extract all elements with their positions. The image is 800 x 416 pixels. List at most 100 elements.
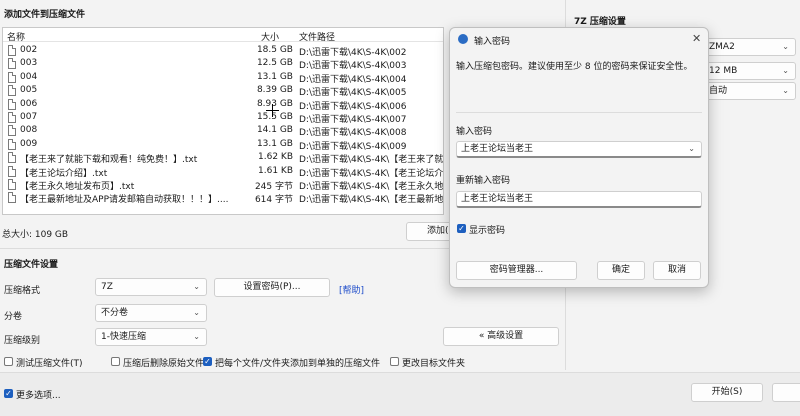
split-select[interactable]: 不分卷 ⌄ — [95, 304, 207, 322]
dialog-divider — [456, 112, 702, 113]
file-icon — [8, 71, 16, 83]
file-list[interactable]: 名称 大小 文件路径 002 18.5 GB D:\迅雷下载\4K\S-4K\002… — [2, 27, 444, 215]
chevron-down-icon: ⌄ — [782, 66, 789, 75]
table-row[interactable]: 【老王最新地址及APP请发邮箱自动获取！！！】.... 614 字节 D:\迅雷下载… — [3, 191, 443, 206]
change-dir-checkbox[interactable] — [390, 357, 399, 366]
password-manager-button[interactable]: 密码管理器... — [456, 261, 577, 280]
dialog-title: 输入密码 — [474, 37, 511, 47]
thread-value: 自动 — [709, 86, 728, 96]
advanced-button[interactable]: « 高级设置 — [443, 327, 559, 346]
file-size: 18.5 GB — [256, 45, 293, 55]
chevron-down-icon: ⌄ — [193, 332, 200, 341]
col-path[interactable]: 文件路径 — [299, 30, 335, 43]
file-path: D:\迅雷下载\4K\S-4K\【老王论坛介绍 — [299, 168, 443, 179]
table-row[interactable]: 【老王论坛介绍】.txt 1.61 KB D:\迅雷下载\4K\S-4K\【老王论坛… — [3, 165, 443, 179]
split-value: 不分卷 — [101, 308, 129, 318]
file-path: D:\迅雷下载\4K\S-4K\009 — [299, 141, 407, 152]
format-select[interactable]: 7Z ⌄ — [95, 278, 207, 296]
test-checkbox[interactable] — [4, 357, 13, 366]
file-name: 【老王来了就能下载和观看！纯免费！】.txt — [20, 155, 198, 166]
table-row[interactable]: 007 15.5 GB D:\迅雷下载\4K\S-4K\007 — [3, 111, 443, 125]
more-options-checkbox[interactable]: ✓ — [4, 389, 13, 398]
file-size: 1.62 KB — [258, 152, 293, 163]
table-row[interactable]: 【老王来了就能下载和观看！纯免费！】.txt 1.62 KB D:\迅雷下载\4K\… — [3, 151, 443, 166]
separate-label: 把每个文件/文件夹添加到单独的压缩文件 — [215, 359, 381, 369]
file-icon — [8, 165, 16, 177]
table-row[interactable]: 009 13.1 GB D:\迅雷下载\4K\S-4K\009 — [3, 138, 443, 152]
ok-button[interactable]: 确定 — [597, 261, 645, 280]
method-select[interactable]: ZMA2 ⌄ — [704, 38, 796, 56]
file-icon — [8, 125, 16, 137]
level-label: 压缩级别 — [4, 336, 41, 346]
password2-input[interactable]: 上老王论坛当老王 — [456, 191, 702, 208]
separate-checkbox[interactable]: ✓ — [203, 357, 212, 366]
table-row[interactable]: 【老王永久地址发布页】.txt 245 字节 D:\迅雷下载\4K\S-4K\【老王… — [3, 178, 443, 192]
file-name: 003 — [20, 58, 38, 69]
file-size: 12.5 GB — [256, 58, 293, 69]
thread-select[interactable]: 自动 ⌄ — [704, 82, 796, 100]
file-icon — [8, 98, 16, 110]
change-dir-label: 更改目标文件夹 — [402, 359, 466, 369]
cancel-button[interactable]: 取消 — [653, 261, 701, 280]
file-name: 004 — [20, 71, 38, 82]
table-row[interactable]: 008 14.1 GB D:\迅雷下载\4K\S-4K\008 — [3, 124, 443, 138]
password2-label: 重新输入密码 — [456, 176, 511, 186]
file-path: D:\迅雷下载\4K\S-4K\007 — [299, 115, 407, 125]
password2-value: 上老王论坛当老王 — [461, 194, 534, 204]
file-size: 8.39 GB — [256, 85, 293, 96]
chevron-down-icon[interactable]: ⌄ — [688, 142, 695, 156]
file-list-header: 名称 大小 文件路径 — [3, 28, 443, 43]
password-value: 上老王论坛当老王 — [461, 144, 534, 154]
file-size: 614 字节 — [254, 195, 293, 206]
table-row[interactable]: 003 12.5 GB D:\迅雷下载\4K\S-4K\003 — [3, 57, 443, 71]
split-label: 分卷 — [4, 312, 23, 322]
start-button[interactable]: 开始(S) — [691, 383, 763, 402]
delete-checkbox[interactable] — [111, 357, 120, 366]
file-path: D:\迅雷下载\4K\S-4K\【老王来了就能 — [299, 155, 443, 166]
show-password-checkbox[interactable]: ✓ — [457, 224, 466, 233]
table-row[interactable]: 005 8.39 GB D:\迅雷下载\4K\S-4K\005 — [3, 84, 443, 99]
file-name: 005 — [20, 85, 38, 96]
file-icon — [8, 192, 16, 204]
file-icon — [8, 152, 16, 164]
table-row[interactable]: 002 18.5 GB D:\迅雷下载\4K\S-4K\002 — [3, 44, 443, 58]
format-label: 压缩格式 — [4, 286, 41, 296]
cursor-v — [272, 104, 273, 117]
file-path: D:\迅雷下载\4K\S-4K\【老王永久地址 — [299, 182, 443, 192]
level-select[interactable]: 1-快速压缩 ⌄ — [95, 328, 207, 346]
file-size: 13.1 GB — [256, 138, 293, 149]
help-link[interactable]: [帮助] — [339, 283, 364, 296]
file-path: D:\迅雷下载\4K\S-4K\002 — [299, 48, 407, 58]
more-options-label[interactable]: 更多选项... — [16, 388, 61, 401]
file-size: 13.1 GB — [256, 71, 293, 82]
col-size[interactable]: 大小 — [261, 30, 279, 43]
file-path: D:\迅雷下载\4K\S-4K\004 — [299, 74, 407, 85]
file-name: 【老王论坛介绍】.txt — [20, 168, 108, 179]
show-password-label: 显示密码 — [469, 226, 506, 236]
password-dialog: 输入密码 ✕ 输入压缩包密码。建议使用至少 8 位的密码来保证安全性。 输入密码… — [449, 27, 709, 288]
format-value: 7Z — [101, 282, 113, 292]
set-password-button[interactable]: 设置密码(P)... — [214, 278, 330, 297]
table-row[interactable]: 006 8.93 GB D:\迅雷下载\4K\S-4K\006 — [3, 98, 443, 112]
file-size: 8.93 GB — [256, 98, 293, 109]
total-size: 总大小: 109 GB — [2, 230, 69, 240]
bottom-bar — [0, 372, 800, 416]
add-files-title: 添加文件到压缩文件 — [4, 10, 86, 20]
settings-title: 压缩文件设置 — [4, 260, 59, 270]
right-panel-title: 7Z 压缩设置 — [574, 17, 626, 27]
file-path: D:\迅雷下载\4K\S-4K\005 — [299, 88, 407, 99]
cancel-main-button[interactable] — [772, 383, 800, 402]
file-icon — [8, 112, 16, 123]
password-input[interactable]: 上老王论坛当老王 ⌄ — [456, 141, 702, 158]
col-name[interactable]: 名称 — [7, 30, 25, 43]
file-icon — [8, 58, 16, 70]
test-label: 测试压缩文件(T) — [16, 359, 83, 369]
file-name: 006 — [20, 98, 38, 109]
table-row[interactable]: 004 13.1 GB D:\迅雷下载\4K\S-4K\004 — [3, 71, 443, 85]
dict-select[interactable]: 12 MB ⌄ — [704, 62, 796, 80]
file-name: 008 — [20, 125, 38, 136]
delete-label: 压缩后删除原始文件 — [123, 359, 205, 369]
file-name: 【老王最新地址及APP请发邮箱自动获取！！！】.... — [20, 195, 229, 206]
dict-value: 12 MB — [709, 66, 738, 76]
close-icon[interactable]: ✕ — [692, 32, 701, 45]
